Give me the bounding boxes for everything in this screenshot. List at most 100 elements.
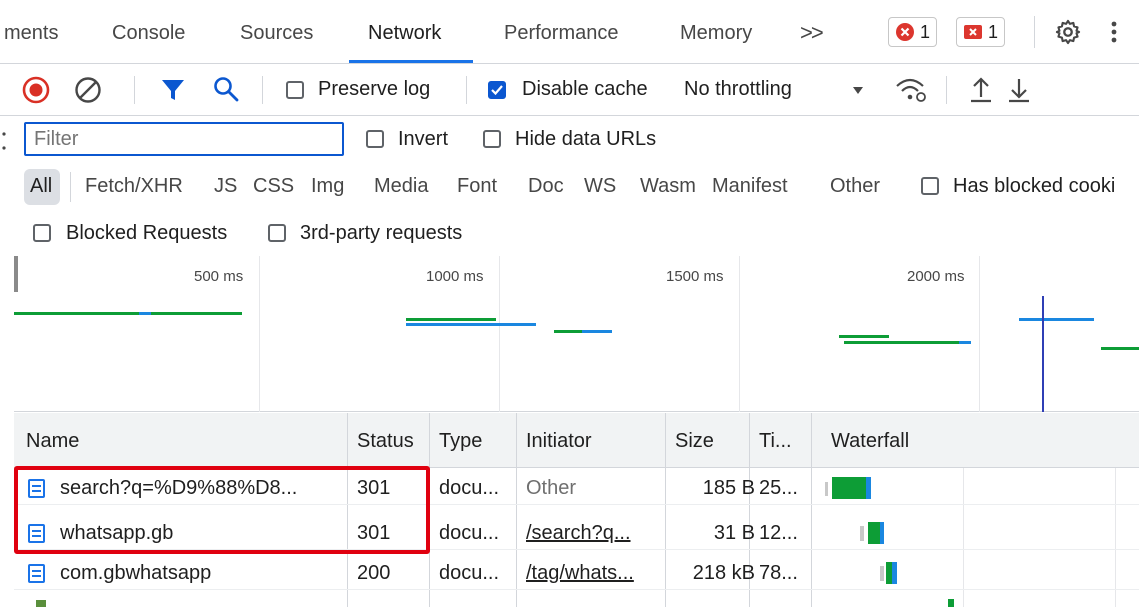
- preserve-log-checkbox[interactable]: [286, 81, 304, 99]
- sidebar-resize-handle[interactable]: [0, 126, 8, 156]
- tab-memory[interactable]: Memory: [680, 22, 752, 45]
- overview-request-bar: [406, 318, 496, 321]
- gear-icon[interactable]: [1054, 18, 1082, 46]
- blocked-requests-label: Blocked Requests: [66, 222, 228, 244]
- clear-icon[interactable]: [74, 76, 102, 104]
- download-icon[interactable]: [1006, 76, 1032, 104]
- tick-label: 1000 ms: [426, 268, 484, 285]
- dropdown-arrow-icon: [853, 87, 863, 94]
- request-status: 200: [357, 562, 391, 584]
- network-toolbar: Preserve log Disable cache No throttling: [0, 64, 1139, 116]
- column-size[interactable]: Size: [675, 430, 714, 453]
- more-tabs-button[interactable]: >>: [800, 20, 824, 46]
- type-filter-ws[interactable]: WS: [584, 175, 616, 198]
- grid-line: [979, 256, 980, 412]
- type-filter-doc[interactable]: Doc: [528, 175, 564, 198]
- third-party-requests-label: 3rd-party requests: [300, 222, 463, 244]
- tab-sources[interactable]: Sources: [240, 22, 313, 45]
- record-stop-icon[interactable]: [22, 76, 50, 104]
- overview-request-bar: [14, 312, 242, 315]
- grid-line: [259, 256, 260, 412]
- request-type: docu...: [439, 522, 500, 544]
- type-filter-css[interactable]: CSS: [253, 175, 294, 198]
- tab-console[interactable]: Console: [112, 22, 185, 45]
- search-icon[interactable]: [212, 75, 240, 103]
- request-initiator-link[interactable]: /tag/whats...: [526, 562, 634, 585]
- tab-elements[interactable]: ments: [4, 22, 58, 45]
- type-filter-manifest[interactable]: Manifest: [712, 175, 788, 198]
- overview-request-bar: [844, 341, 970, 344]
- column-time[interactable]: Ti...: [759, 430, 792, 453]
- throttling-select[interactable]: No throttling: [684, 64, 884, 116]
- request-size: 185 B: [702, 477, 755, 499]
- type-filter-media[interactable]: Media: [374, 175, 428, 198]
- type-filter-all[interactable]: All: [30, 175, 52, 198]
- overview-request-bar: [959, 341, 971, 344]
- grid-line: [739, 256, 740, 412]
- overview-request-bar: [839, 335, 889, 338]
- request-size: 31 B: [713, 522, 755, 544]
- disable-cache-checkbox[interactable]: [488, 81, 506, 99]
- error-count: 1: [920, 21, 931, 42]
- kebab-menu-icon[interactable]: [1108, 18, 1120, 46]
- error-count-badge[interactable]: 1: [888, 17, 938, 47]
- drag-handle-icon: [2, 132, 6, 150]
- request-type: docu...: [439, 477, 500, 499]
- divider: [134, 76, 135, 104]
- overview-request-bar: [1101, 347, 1139, 350]
- network-overview-timeline[interactable]: 500 ms 1000 ms 1500 ms 2000 ms: [14, 256, 1139, 412]
- hide-data-urls-checkbox[interactable]: [483, 130, 501, 148]
- request-time: 12...: [759, 522, 798, 544]
- disable-cache-label: Disable cache: [522, 78, 648, 100]
- upload-icon[interactable]: [968, 76, 994, 104]
- type-filter-fetch-xhr[interactable]: Fetch/XHR: [85, 175, 183, 198]
- filter-icon[interactable]: [160, 77, 186, 103]
- has-blocked-cookies-label: Has blocked cooki: [953, 175, 1116, 197]
- tab-network[interactable]: Network: [368, 22, 441, 45]
- throttling-value: No throttling: [684, 78, 792, 100]
- request-time: 25...: [759, 477, 798, 499]
- request-type: docu...: [439, 562, 500, 584]
- wifi-settings-icon[interactable]: [894, 76, 930, 104]
- blocked-requests-checkbox[interactable]: [33, 224, 51, 242]
- type-filter-other[interactable]: Other: [830, 175, 880, 198]
- partial-row-icon: [36, 600, 46, 607]
- divider: [1034, 16, 1035, 48]
- table-row[interactable]: com.gbwhatsapp 200 docu... /tag/whats...…: [14, 556, 1139, 590]
- column-initiator[interactable]: Initiator: [526, 430, 592, 453]
- request-time: 78...: [759, 562, 798, 584]
- type-filter-font[interactable]: Font: [457, 175, 497, 198]
- waterfall-queue-bar: [880, 566, 884, 581]
- column-type[interactable]: Type: [439, 430, 482, 453]
- error-icon: [896, 23, 914, 41]
- invert-label: Invert: [398, 128, 449, 150]
- waterfall-download-bar: [866, 477, 871, 499]
- column-waterfall[interactable]: Waterfall: [831, 430, 909, 453]
- type-filter-js[interactable]: JS: [214, 175, 237, 198]
- waterfall-download-bar: [892, 562, 897, 584]
- column-status[interactable]: Status: [357, 430, 414, 453]
- type-filter-img[interactable]: Img: [311, 175, 344, 198]
- dom-content-loaded-marker: [1042, 296, 1044, 412]
- request-table-header: Name Status Type Initiator Size Ti... Wa…: [14, 413, 1139, 468]
- waterfall-waiting-bar: [832, 477, 866, 499]
- devtools-tab-bar: ments Console Sources Network Performanc…: [0, 0, 1139, 64]
- column-name[interactable]: Name: [26, 430, 79, 453]
- overview-request-bar: [139, 312, 151, 315]
- issue-icon: [964, 25, 982, 39]
- preserve-log-label: Preserve log: [318, 78, 431, 100]
- issue-count-badge[interactable]: 1: [956, 17, 1006, 47]
- filter-input[interactable]: [24, 122, 344, 156]
- invert-checkbox[interactable]: [366, 130, 384, 148]
- request-initiator-link[interactable]: /search?q...: [526, 522, 631, 545]
- overview-request-bar: [554, 330, 582, 333]
- checkmark-icon: [491, 85, 503, 96]
- overview-left-handle[interactable]: [14, 256, 18, 292]
- has-blocked-cookies-checkbox[interactable]: [921, 177, 939, 195]
- request-name: com.gbwhatsapp: [60, 562, 212, 584]
- divider: [466, 76, 467, 104]
- third-party-requests-checkbox[interactable]: [268, 224, 286, 242]
- issue-count: 1: [988, 21, 999, 42]
- type-filter-wasm[interactable]: Wasm: [640, 175, 696, 198]
- tab-performance[interactable]: Performance: [504, 22, 619, 45]
